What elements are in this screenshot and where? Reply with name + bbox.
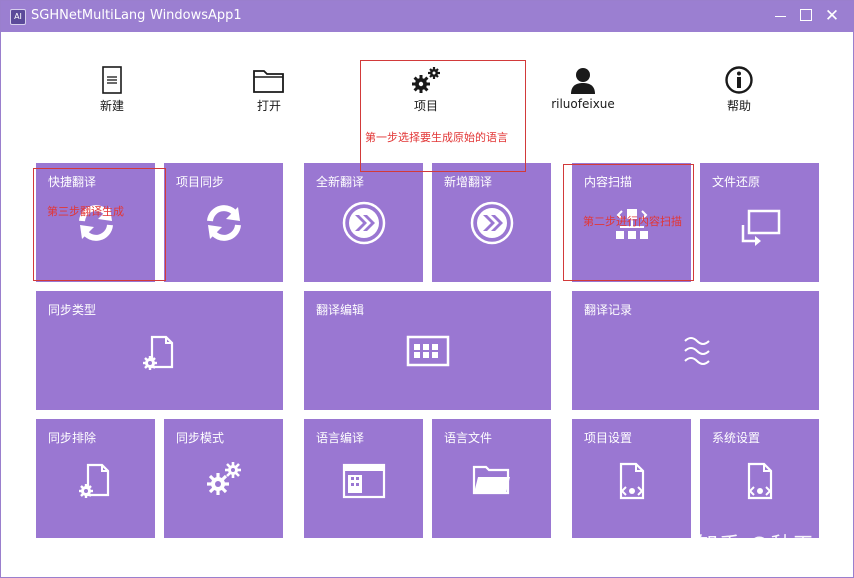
annotation-step1: 第一步选择要生成原始的语言 — [365, 131, 508, 144]
tile-label: 系统设置 — [712, 431, 761, 445]
maximize-icon — [800, 9, 812, 21]
annotation-box-step3 — [33, 168, 166, 281]
sync-icon — [207, 205, 241, 241]
tile-label: 同步类型 — [48, 303, 97, 317]
tile-incremental-translate[interactable]: 新增翻译 — [432, 163, 551, 282]
fast-forward-icon — [470, 201, 514, 245]
tile-file-restore[interactable]: 文件还原 — [700, 163, 819, 282]
tile-sync-type[interactable]: 同步类型 — [36, 291, 283, 410]
app-icon: AΙ — [10, 9, 26, 25]
tile-project-settings[interactable]: 项目设置 — [572, 419, 691, 538]
tile-translation-log[interactable]: 翻译记录 — [572, 291, 819, 410]
annotation-step2: 第二步进行内容扫描 — [583, 215, 682, 228]
fast-forward-icon — [342, 201, 386, 245]
tile-label: 项目设置 — [584, 431, 633, 445]
tile-sync-mode[interactable]: 同步模式 — [164, 419, 283, 538]
close-icon: ✕ — [824, 6, 840, 26]
open-button[interactable]: 打开 — [229, 65, 309, 115]
maximize-button[interactable] — [795, 5, 817, 27]
new-label: 新建 — [99, 99, 124, 113]
code-file-icon — [747, 462, 773, 500]
gears-icon — [207, 462, 241, 495]
tile-label: 翻译编辑 — [316, 303, 365, 317]
tile-label: 语言文件 — [444, 431, 493, 445]
restore-icon — [741, 209, 781, 246]
tile-language-compile[interactable]: 语言编译 — [304, 419, 423, 538]
watermark: 知乎 @秋天 — [697, 533, 815, 557]
close-button[interactable]: ✕ — [821, 5, 843, 27]
tile-label: 同步模式 — [176, 431, 225, 445]
app-window: AΙ SGHNetMultiLang WindowsApp1 ✕ 新建 打开 项… — [0, 0, 854, 578]
tile-language-file[interactable]: 语言文件 — [432, 419, 551, 538]
tile-label: 同步排除 — [48, 431, 97, 445]
minimize-icon — [774, 15, 786, 17]
tile-project-sync[interactable]: 项目同步 — [164, 163, 283, 282]
tile-label: 新增翻译 — [444, 175, 493, 189]
help-label: 帮助 — [726, 99, 751, 113]
wave-icon — [684, 337, 710, 365]
tile-label: 翻译记录 — [584, 303, 633, 317]
user-label: riluofeixue — [551, 97, 615, 111]
window-title: WindowsApp1 — [150, 8, 242, 23]
tile-label: 文件还原 — [712, 175, 761, 189]
code-file-icon — [619, 462, 645, 500]
grid-panel-icon — [406, 335, 450, 367]
info-icon — [725, 66, 753, 94]
annotation-step3: 第三步翻译生成 — [47, 205, 124, 218]
tile-sync-exclude[interactable]: 同步排除 — [36, 419, 155, 538]
tile-label: 语言编译 — [316, 431, 365, 445]
file-settings-icon — [79, 463, 110, 498]
new-document-icon — [102, 66, 122, 94]
tile-label: 全新翻译 — [316, 175, 365, 189]
tile-system-settings[interactable]: 系统设置 — [700, 419, 819, 538]
open-folder-icon — [472, 465, 510, 495]
app-title: SGHNetMultiLang — [31, 8, 146, 23]
user-avatar-icon — [571, 68, 595, 94]
new-button[interactable]: 新建 — [72, 65, 152, 115]
open-label: 打开 — [256, 99, 281, 113]
minimize-button[interactable] — [769, 5, 791, 27]
tile-label: 项目同步 — [176, 175, 225, 189]
help-button[interactable]: 帮助 — [699, 65, 779, 115]
user-button[interactable]: riluofeixue — [543, 65, 623, 115]
window-layout-icon — [342, 463, 386, 499]
annotation-box-step1 — [360, 60, 526, 172]
folder-icon — [253, 70, 284, 93]
title-bar[interactable]: AΙ SGHNetMultiLang WindowsApp1 ✕ — [1, 1, 853, 32]
file-settings-icon — [143, 335, 174, 370]
tile-translation-edit[interactable]: 翻译编辑 — [304, 291, 551, 410]
tile-full-translate[interactable]: 全新翻译 — [304, 163, 423, 282]
